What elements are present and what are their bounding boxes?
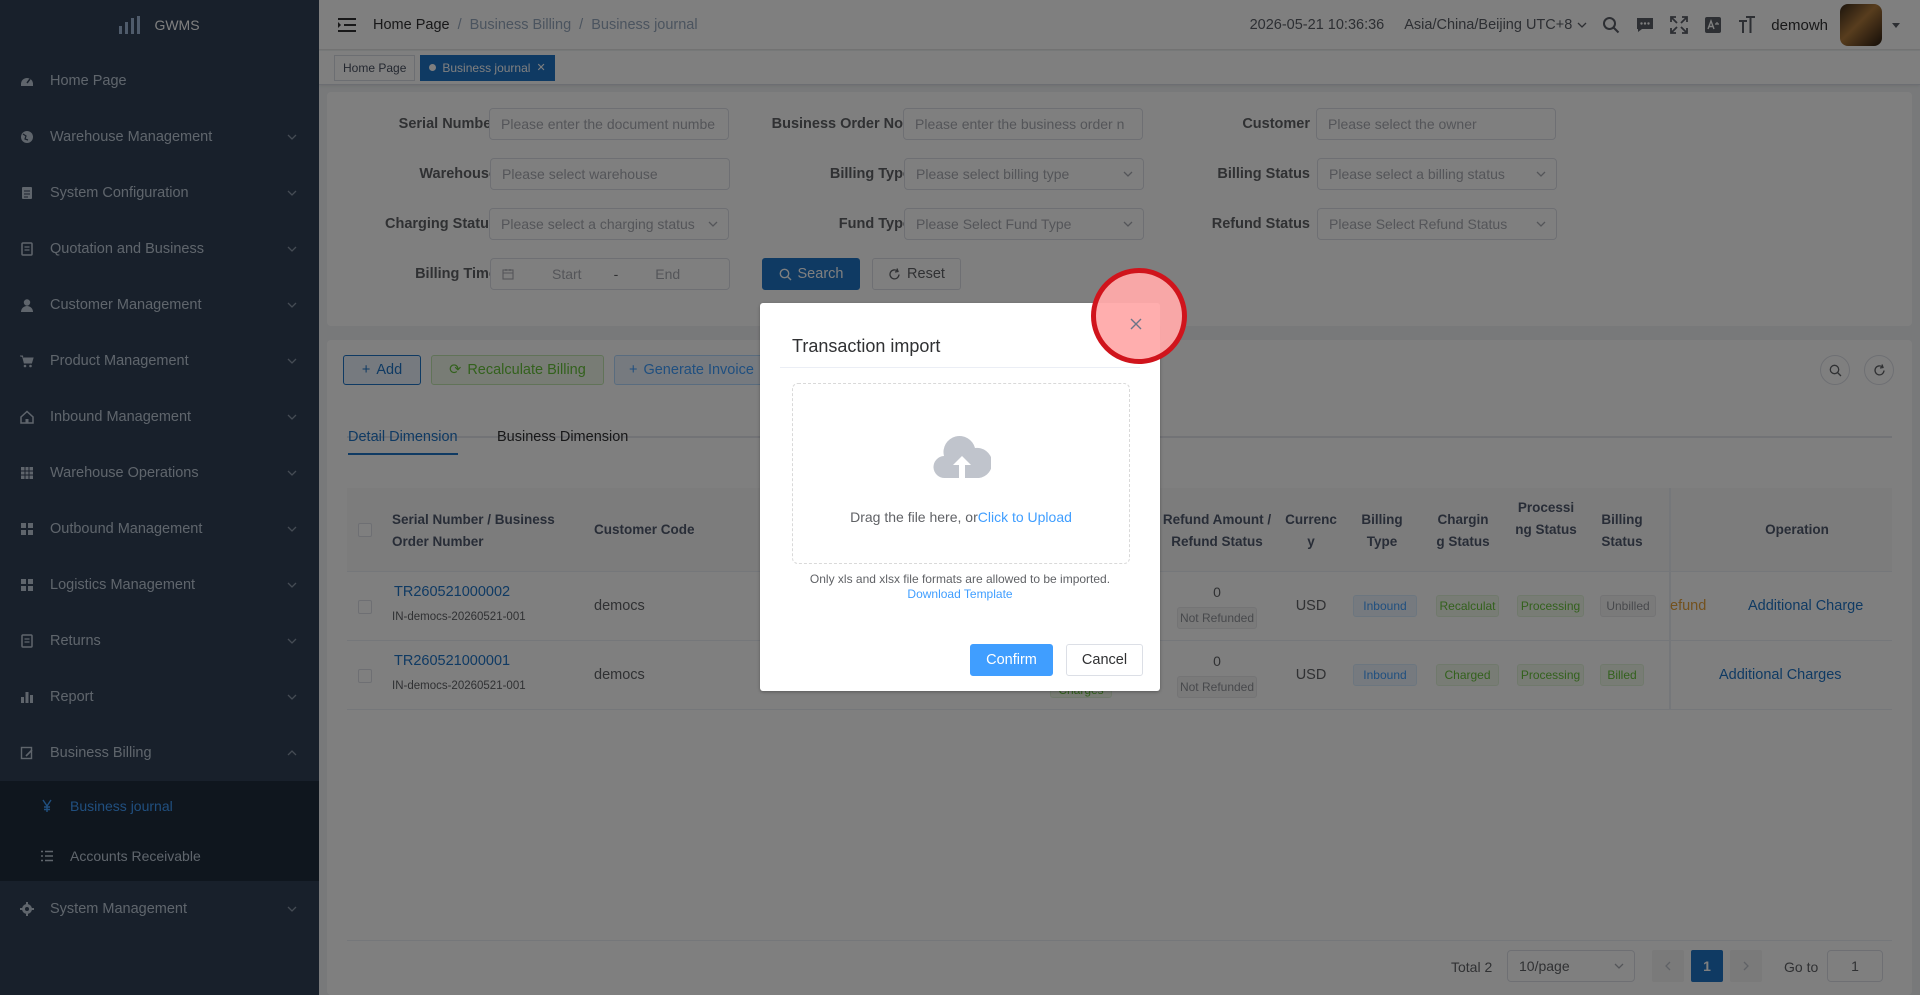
cloud-upload-icon: [933, 436, 991, 479]
confirm-button[interactable]: Confirm: [970, 644, 1053, 676]
click-to-upload-link[interactable]: Click to Upload: [978, 509, 1072, 525]
close-highlight-marker: [1091, 268, 1187, 364]
upload-tip: Only xls and xlsx file formats are allow…: [760, 572, 1160, 602]
close-icon[interactable]: [1129, 317, 1143, 331]
upload-dropzone[interactable]: Drag the file here, orClick to Upload: [792, 383, 1130, 564]
drop-text: Drag the file here, orClick to Upload: [793, 509, 1129, 525]
download-template-link[interactable]: Download Template: [907, 587, 1012, 601]
dialog-title: Transaction import: [792, 336, 941, 356]
transaction-import-dialog: Transaction import Drag the file here, o…: [760, 303, 1160, 691]
cancel-button[interactable]: Cancel: [1066, 644, 1143, 676]
drop-instruction: Drag the file here, or: [850, 509, 978, 525]
format-tip: Only xls and xlsx file formats are allow…: [809, 572, 1111, 586]
